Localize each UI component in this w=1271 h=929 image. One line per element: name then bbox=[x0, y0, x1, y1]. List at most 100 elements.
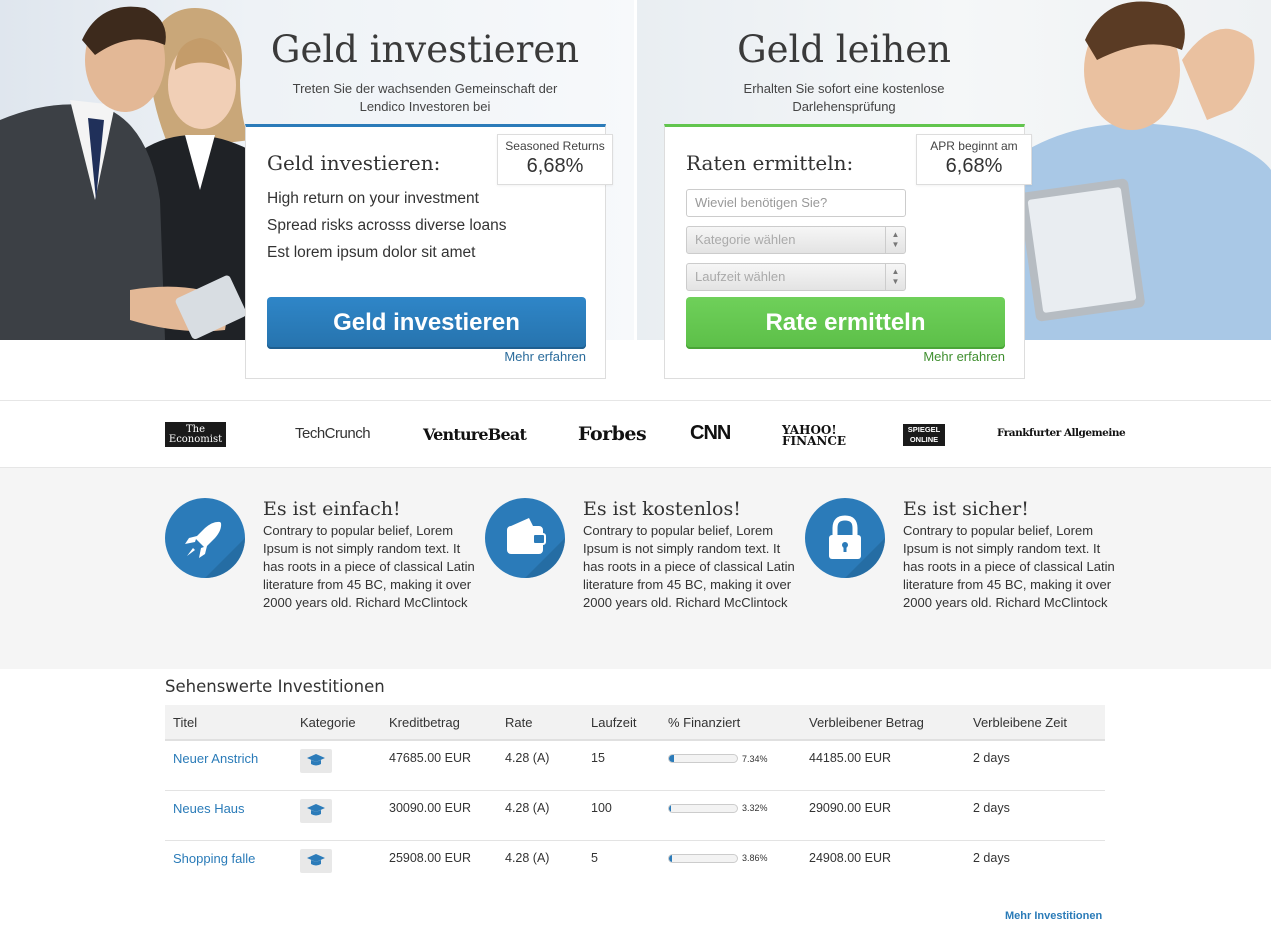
apr-badge: APR beginnt am 6,68% bbox=[916, 134, 1032, 185]
rate-cell: 4.28 (A) bbox=[505, 850, 550, 865]
time-left-cell: 2 days bbox=[965, 740, 1105, 791]
benefit-text: Contrary to popular belief, Lorem Ipsum … bbox=[263, 523, 475, 610]
economist-logo: The Economist bbox=[165, 422, 226, 447]
hero-photo-man-tablet bbox=[1017, 1, 1271, 340]
faz-logo: Frankfurter Allgemeine bbox=[997, 427, 1126, 439]
benefit-title: Es ist sicher! bbox=[903, 498, 1029, 520]
category-cell bbox=[292, 790, 381, 841]
more-investments-link[interactable]: Mehr Investitionen bbox=[1005, 910, 1102, 922]
lock-icon bbox=[805, 498, 885, 578]
category-cell bbox=[292, 840, 381, 890]
funded-progress-fill bbox=[669, 804, 672, 812]
funded-progress-fill bbox=[669, 755, 674, 763]
column-header[interactable]: Laufzeit bbox=[583, 705, 660, 741]
funded-cell: 3.32% bbox=[660, 790, 801, 841]
badge-value: 6,68% bbox=[526, 155, 584, 177]
borrow-card-title: Raten ermitteln: bbox=[686, 151, 854, 175]
select-arrows-icon: ▲ ▼ bbox=[885, 264, 905, 290]
funded-progress-bar bbox=[668, 754, 738, 764]
invest-card: Geld investieren: Seasoned Returns 6,68%… bbox=[245, 124, 613, 379]
amount-input[interactable]: Wieviel benötigen Sie? bbox=[686, 189, 906, 217]
borrow-hero-title: Geld leihen bbox=[737, 28, 951, 71]
funded-percent: 3.86% bbox=[742, 853, 768, 864]
investments-table: Titel Kategorie Kreditbetrag Rate Laufze… bbox=[165, 705, 1105, 890]
select-arrows-icon: ▲ ▼ bbox=[885, 227, 905, 253]
investment-title-link[interactable]: Shopping falle bbox=[165, 840, 292, 890]
rocket-icon bbox=[165, 498, 245, 578]
calculate-rate-button[interactable]: Rate ermitteln bbox=[686, 297, 1005, 349]
column-header[interactable]: Kreditbetrag bbox=[381, 705, 497, 741]
hero: Geld investieren Treten Sie der wachsend… bbox=[0, 0, 1271, 340]
benefit-item: Spread risks acrosss diverse loans bbox=[267, 217, 507, 234]
invest-button[interactable]: Geld investieren bbox=[267, 297, 586, 349]
benefit-text: Contrary to popular belief, Lorem Ipsum … bbox=[903, 523, 1115, 610]
venturebeat-logo: VentureBeat bbox=[423, 425, 527, 444]
graduation-cap-icon bbox=[300, 798, 332, 823]
invest-hero-subtitle: Treten Sie der wachsenden Gemeinschaft d… bbox=[292, 81, 558, 114]
term-select-value: Laufzeit wählen bbox=[695, 269, 786, 284]
table-row[interactable]: Neuer Anstrich 47685.00 EUR 4.28 (A) 15 7.34… bbox=[165, 740, 1105, 791]
remaining-cell: 24908.00 EUR bbox=[809, 850, 892, 865]
category-cell bbox=[292, 740, 381, 791]
investment-title-link[interactable]: Neuer Anstrich bbox=[165, 740, 292, 791]
term-cell: 15 bbox=[583, 740, 660, 791]
term-select[interactable]: Laufzeit wählen ▲ ▼ bbox=[686, 263, 906, 291]
funded-percent: 7.34% bbox=[742, 753, 768, 764]
investments-title: Sehenswerte Investitionen bbox=[165, 677, 385, 696]
term-cell: 100 bbox=[583, 790, 660, 841]
techcrunch-logo: TechCrunch bbox=[295, 425, 371, 442]
table-row[interactable]: Shopping falle 25908.00 EUR 4.28 (A) 5 3.86%… bbox=[165, 840, 1105, 890]
investment-title-link[interactable]: Neues Haus bbox=[165, 790, 292, 841]
funded-cell: 7.34% bbox=[660, 740, 801, 791]
invest-card-title: Geld investieren: bbox=[267, 151, 441, 175]
seasoned-returns-badge: Seasoned Returns 6,68% bbox=[497, 134, 613, 185]
time-left-cell: 2 days bbox=[965, 790, 1105, 841]
graduation-cap-icon bbox=[300, 749, 332, 773]
benefit-text: Contrary to popular belief, Lorem Ipsum … bbox=[583, 523, 795, 610]
benefit-item: High return on your investment bbox=[267, 190, 479, 207]
funded-progress-fill bbox=[669, 854, 672, 862]
badge-label: APR beginnt am bbox=[930, 139, 1018, 153]
category-select[interactable]: Kategorie wählen ▲ ▼ bbox=[686, 226, 906, 254]
column-header[interactable]: % Finanziert bbox=[660, 705, 801, 741]
remaining-cell: 44185.00 EUR bbox=[801, 740, 965, 791]
borrow-learn-more-link[interactable]: Mehr erfahren bbox=[923, 349, 1005, 364]
wallet-icon bbox=[485, 498, 565, 578]
yahoo-finance-logo: YAHOO! FINANCE bbox=[782, 423, 847, 448]
benefit-item: Est lorem ipsum dolor sit amet bbox=[267, 244, 476, 261]
amount-cell: 30090.00 EUR bbox=[381, 790, 497, 841]
cnn-logo: CNN bbox=[690, 422, 731, 444]
funded-progress-bar bbox=[668, 803, 738, 813]
hero-photo-man-suit bbox=[0, 6, 247, 340]
category-select-value: Kategorie wählen bbox=[695, 232, 796, 247]
borrow-hero-subtitle: Erhalten Sie sofort eine kostenlose Darl… bbox=[743, 81, 945, 114]
table-header-row: Titel Kategorie Kreditbetrag Rate Laufze… bbox=[165, 705, 1105, 741]
badge-label: Seasoned Returns bbox=[505, 139, 605, 153]
invest-benefits-list: High return on your investment Spread ri… bbox=[267, 185, 507, 266]
time-left-cell: 2 days bbox=[973, 850, 1010, 865]
hero-spacer bbox=[0, 340, 1271, 400]
benefits-section: Es ist einfach! Contrary to popular beli… bbox=[0, 468, 1271, 669]
funded-percent: 3.32% bbox=[742, 803, 768, 814]
amount-cell: 47685.00 EUR bbox=[381, 740, 497, 791]
benefit-title: Es ist einfach! bbox=[263, 498, 401, 520]
column-header[interactable]: Verbleibener Betrag bbox=[801, 705, 965, 741]
borrow-card: Raten ermitteln: APR beginnt am 6,68% Wi… bbox=[664, 124, 1032, 379]
column-header[interactable]: Titel bbox=[165, 705, 292, 741]
rate-cell: 4.28 (A) bbox=[497, 740, 583, 791]
table-row[interactable]: Neues Haus 30090.00 EUR 4.28 (A) 100 3.32% 29… bbox=[165, 790, 1105, 841]
term-cell: 5 bbox=[591, 850, 598, 865]
invest-learn-more-link[interactable]: Mehr erfahren bbox=[504, 349, 586, 364]
remaining-cell: 29090.00 EUR bbox=[801, 790, 965, 841]
column-header[interactable]: Rate bbox=[497, 705, 583, 741]
graduation-cap-icon bbox=[300, 848, 332, 873]
column-header[interactable]: Verbleibene Zeit bbox=[965, 705, 1105, 741]
rate-cell: 4.28 (A) bbox=[497, 790, 583, 841]
badge-value: 6,68% bbox=[945, 155, 1003, 177]
forbes-logo: Forbes bbox=[578, 423, 647, 445]
column-header[interactable]: Kategorie bbox=[292, 705, 381, 741]
press-logos-bar: The Economist TechCrunch VentureBeat For… bbox=[0, 400, 1271, 468]
spiegel-online-logo: SPIEGEL ONLINE bbox=[903, 424, 945, 446]
funded-cell: 3.86% bbox=[660, 840, 801, 890]
invest-hero-title: Geld investieren bbox=[270, 28, 580, 71]
